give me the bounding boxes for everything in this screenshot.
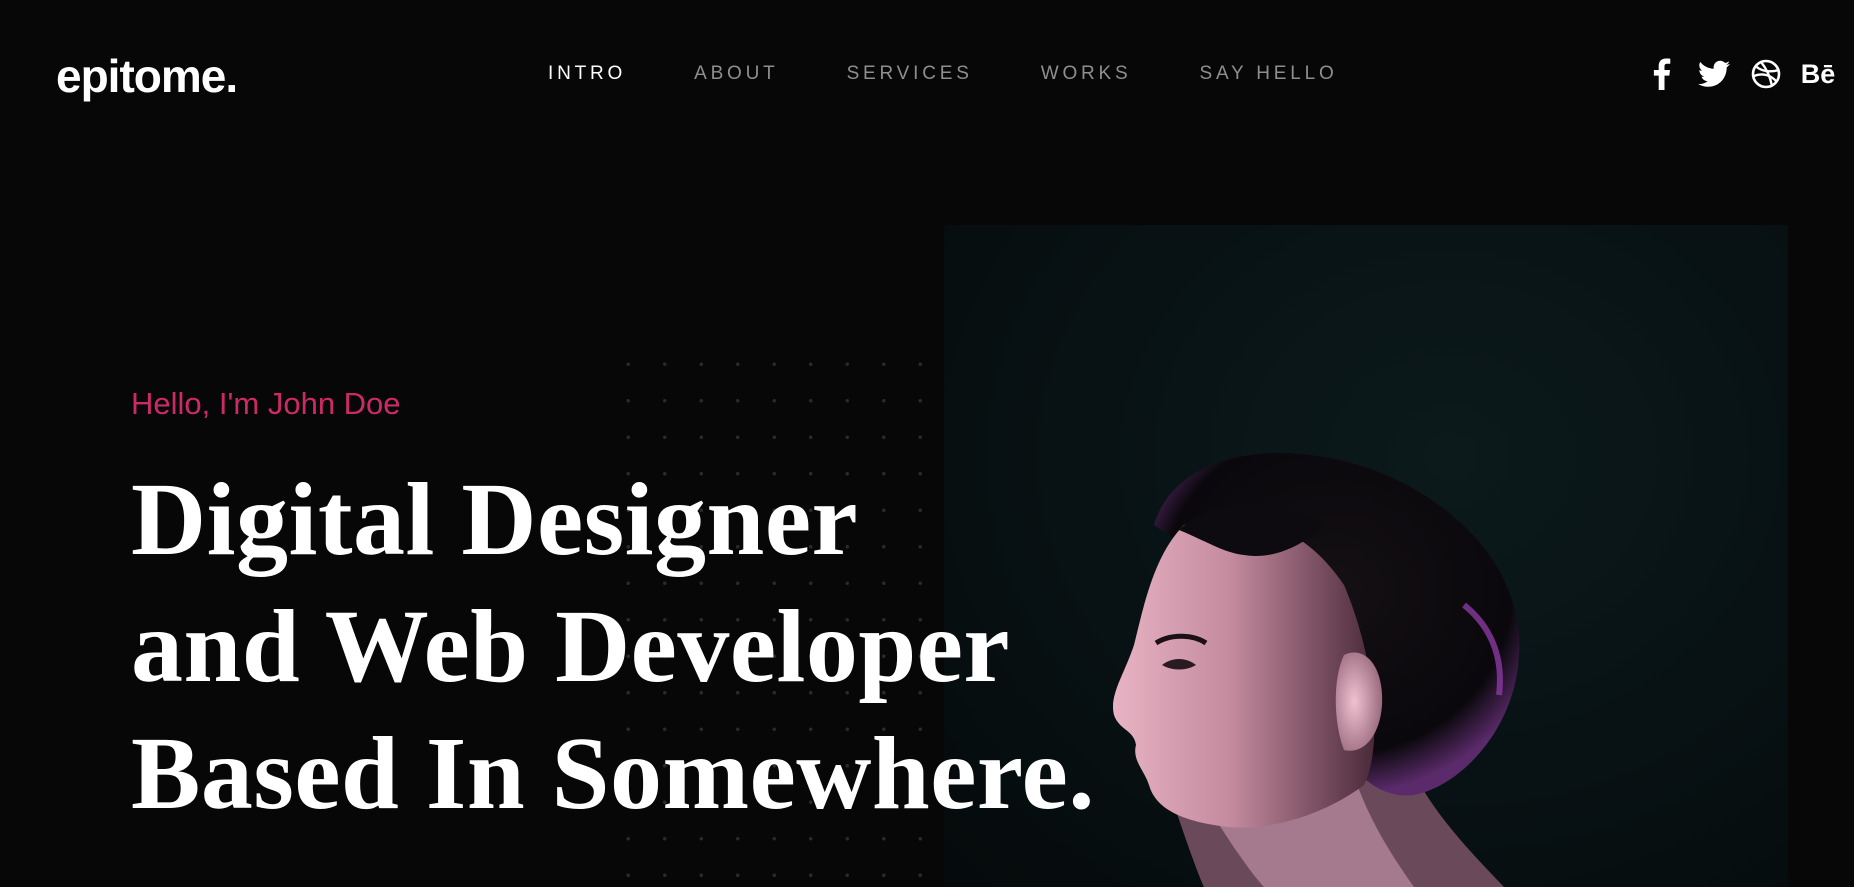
site-header: epitome. INTRO ABOUT SERVICES WORKS SAY … [0, 0, 1854, 150]
hero-headline: Digital Designer and Web Developer Based… [131, 456, 1095, 837]
site-logo[interactable]: epitome. [56, 48, 238, 104]
nav-item-services[interactable]: SERVICES [847, 60, 973, 88]
nav-item-intro[interactable]: INTRO [548, 60, 626, 88]
nav-item-works[interactable]: WORKS [1041, 60, 1132, 88]
main-nav: INTRO ABOUT SERVICES WORKS SAY HELLO [548, 60, 1406, 88]
hero-headline-line-2: and Web Developer [131, 589, 1011, 704]
page: epitome. INTRO ABOUT SERVICES WORKS SAY … [0, 0, 1854, 887]
twitter-icon[interactable] [1698, 58, 1730, 90]
hero-headline-line-1: Digital Designer [131, 462, 859, 577]
facebook-icon[interactable] [1646, 58, 1678, 90]
nav-item-say-hello[interactable]: SAY HELLO [1200, 60, 1338, 88]
nav-item-about[interactable]: ABOUT [694, 60, 778, 88]
behance-icon[interactable]: Bē [1801, 58, 1836, 90]
hero-headline-line-3: Based In Somewhere. [131, 716, 1095, 831]
social-links: Bē [1646, 58, 1836, 90]
hero-greeting: Hello, I'm John Doe [131, 386, 401, 421]
dribbble-icon[interactable] [1750, 58, 1782, 90]
